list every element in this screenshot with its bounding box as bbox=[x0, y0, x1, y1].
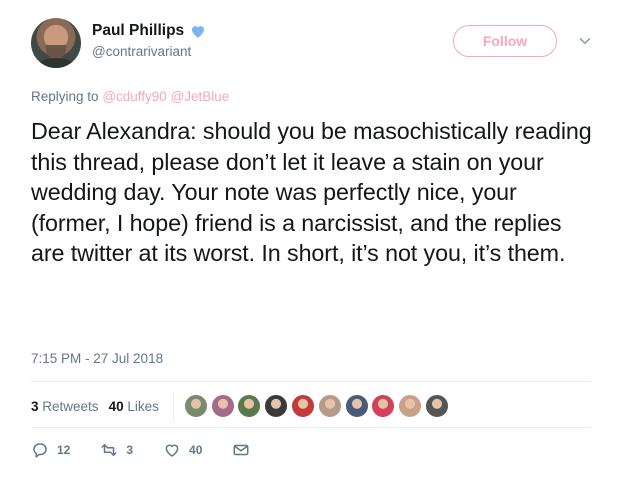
likes-stat[interactable]: 40 Likes bbox=[109, 399, 159, 414]
liker-avatar[interactable] bbox=[398, 394, 423, 418]
liker-avatar[interactable] bbox=[183, 394, 208, 418]
avatar-shirt bbox=[37, 58, 75, 68]
liker-avatars bbox=[183, 394, 452, 418]
tweet-header: Paul Phillips @contrarivariant Follow bbox=[31, 18, 601, 70]
replying-to: Replying to @cduffy90 @JetBlue bbox=[31, 89, 229, 104]
tweet-text: Dear Alexandra: should you be masochisti… bbox=[31, 118, 592, 267]
author-handle[interactable]: @contrarivariant bbox=[92, 44, 207, 59]
retweet-icon bbox=[101, 444, 117, 456]
tweet-timestamp[interactable]: 7:15 PM - 27 Jul 2018 bbox=[31, 351, 163, 366]
author-names: Paul Phillips @contrarivariant bbox=[92, 22, 207, 59]
avatar[interactable] bbox=[31, 18, 81, 68]
retweet-count: 3 bbox=[126, 443, 134, 457]
retweets-stat[interactable]: 3 Retweets bbox=[31, 399, 99, 414]
liker-avatar[interactable] bbox=[371, 394, 396, 418]
mention-link[interactable]: @cduffy90 bbox=[102, 89, 167, 104]
avatar-beard bbox=[46, 45, 66, 59]
reply-count: 12 bbox=[57, 443, 71, 457]
chevron-down-icon[interactable] bbox=[576, 32, 594, 50]
reply-icon bbox=[33, 443, 47, 458]
liker-avatar[interactable] bbox=[237, 394, 262, 418]
author-name-row[interactable]: Paul Phillips bbox=[92, 22, 207, 40]
liker-avatar[interactable] bbox=[317, 394, 342, 418]
retweet-button[interactable]: 3 bbox=[100, 441, 133, 459]
verified-heart-icon bbox=[192, 26, 205, 38]
liker-avatar[interactable] bbox=[210, 394, 235, 418]
likes-label: Likes bbox=[127, 398, 159, 414]
heart-icon bbox=[165, 444, 179, 457]
retweets-label: Retweets bbox=[42, 398, 99, 414]
retweets-count: 3 bbox=[31, 398, 39, 414]
divider bbox=[31, 427, 591, 428]
direct-message-button[interactable] bbox=[232, 441, 250, 459]
reply-button[interactable]: 12 bbox=[31, 441, 70, 459]
tweet-stats: 3 Retweets 40 Likes bbox=[31, 390, 452, 422]
likes-count: 40 bbox=[108, 398, 124, 414]
liker-avatar[interactable] bbox=[344, 394, 369, 418]
stats-separator bbox=[172, 391, 174, 421]
liker-avatar[interactable] bbox=[425, 394, 450, 418]
liker-avatar[interactable] bbox=[264, 394, 289, 418]
envelope-icon bbox=[233, 444, 249, 456]
like-button[interactable]: 40 bbox=[163, 441, 202, 459]
like-count: 40 bbox=[189, 443, 203, 457]
liker-avatar[interactable] bbox=[291, 394, 316, 418]
follow-button[interactable]: Follow bbox=[453, 25, 557, 57]
replying-to-label: Replying to bbox=[31, 89, 99, 104]
display-name[interactable]: Paul Phillips bbox=[92, 22, 184, 40]
tweet-actions: 12 3 40 bbox=[31, 441, 280, 459]
divider bbox=[31, 381, 591, 382]
mention-link[interactable]: @JetBlue bbox=[171, 89, 230, 104]
